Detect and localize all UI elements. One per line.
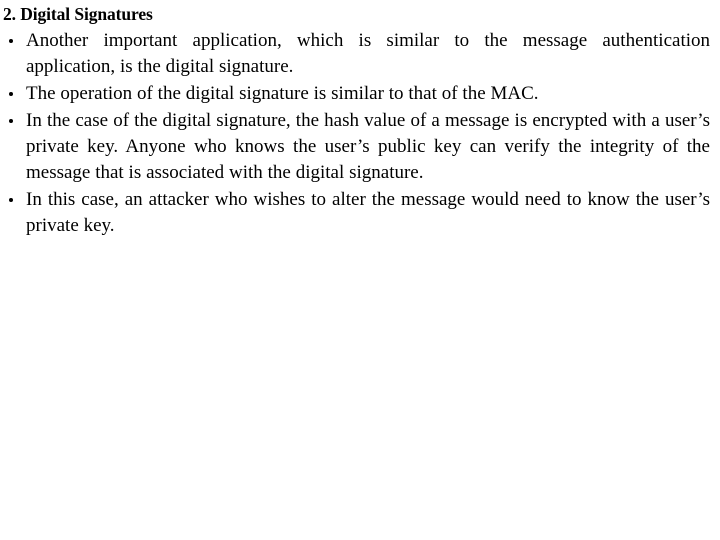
slide-canvas: 2. Digital Signatures Another important … (0, 0, 720, 540)
bullet-dot-icon (9, 92, 13, 96)
bullet-list: Another important application, which is … (0, 28, 720, 239)
list-item: Another important application, which is … (0, 28, 720, 80)
bullet-dot-icon (9, 198, 13, 202)
bullet-dot-icon (9, 119, 13, 123)
list-item-text: The operation of the digital signature i… (26, 83, 539, 104)
list-item: The operation of the digital signature i… (0, 81, 720, 107)
list-item-text: In the case of the digital signature, th… (26, 110, 710, 183)
slide-content-body: 2. Digital Signatures Another important … (0, 0, 720, 239)
list-item-text: Another important application, which is … (26, 30, 710, 77)
bullet-dot-icon (9, 39, 13, 43)
list-item-text: In this case, an attacker who wishes to … (26, 189, 710, 236)
page-title: 2. Digital Signatures (3, 4, 153, 24)
list-item: In the case of the digital signature, th… (0, 108, 720, 186)
list-item: In this case, an attacker who wishes to … (0, 187, 720, 239)
